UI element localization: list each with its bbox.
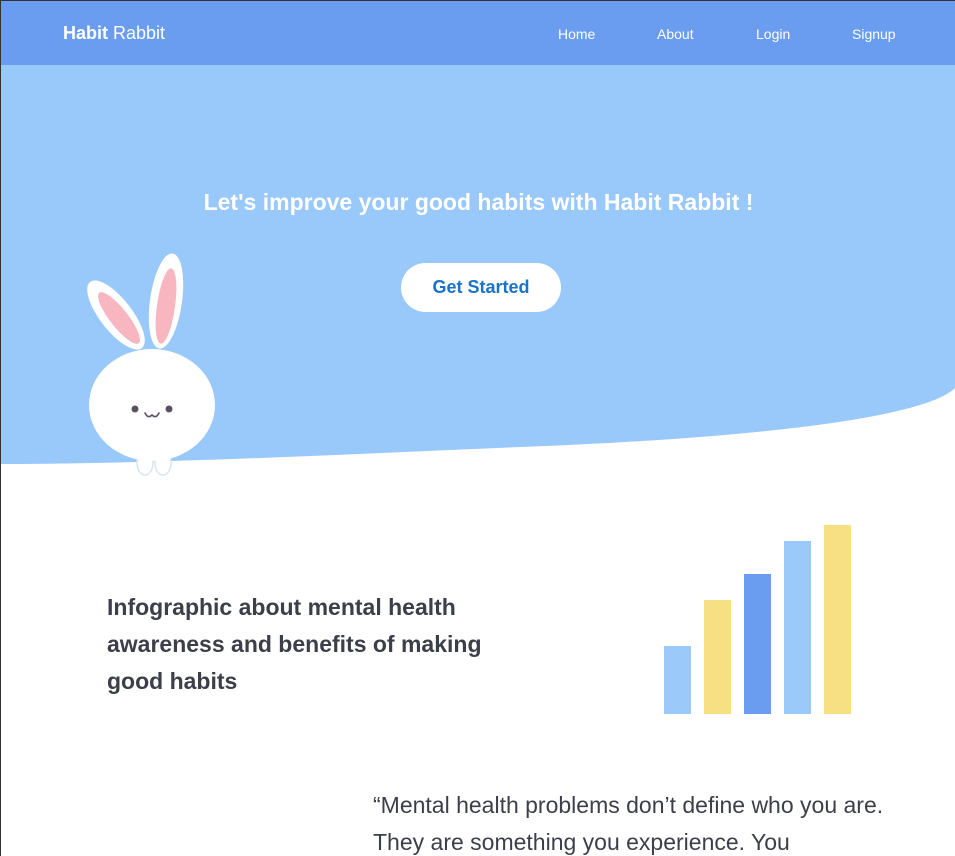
get-started-button[interactable]: Get Started: [401, 263, 561, 312]
quote-text: “Mental health problems don’t define who…: [373, 792, 884, 855]
bar-5: [824, 525, 851, 714]
infographic-heading: Infographic about mental health awarenes…: [107, 594, 482, 694]
nav-link-login[interactable]: Login: [756, 26, 790, 42]
navbar: Habit Rabbit Home About Login Signup: [1, 1, 955, 65]
brand-name-rest: Rabbit: [113, 23, 166, 43]
hero-title: Let's improve your good habits with Habi…: [203, 189, 754, 215]
bar-1: [664, 646, 691, 714]
bar-2: [704, 600, 731, 714]
bar-graph-illustration: [664, 525, 851, 714]
brand-logo[interactable]: Habit Rabbit: [63, 23, 165, 44]
nav-link-about[interactable]: About: [657, 26, 694, 42]
bar-4: [784, 541, 811, 714]
nav-link-home[interactable]: Home: [558, 26, 595, 42]
page: Habit Rabbit Home About Login Signup Let…: [0, 0, 955, 856]
bar-3: [744, 574, 771, 714]
rabbit-illustration: [87, 253, 215, 476]
nav-link-signup[interactable]: Signup: [852, 26, 896, 42]
brand-name-bold: Habit: [63, 23, 108, 43]
